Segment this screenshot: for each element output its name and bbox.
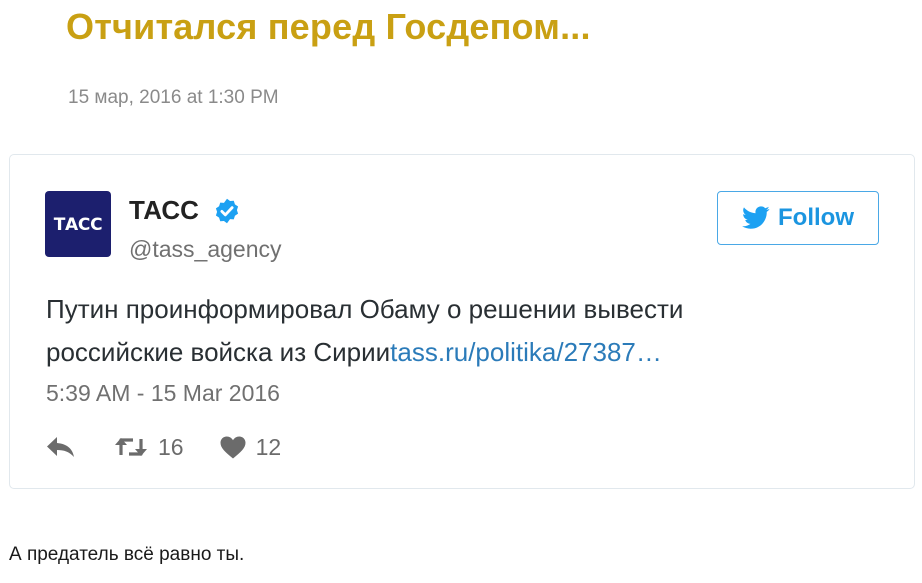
follow-button[interactable]: Follow — [717, 191, 879, 245]
follow-label: Follow — [778, 204, 854, 231]
reply-button[interactable] — [46, 436, 76, 458]
avatar-logo-text: ТАСС — [53, 215, 103, 235]
account-name[interactable]: ТАСС — [129, 195, 199, 226]
post-date: 15 мар, 2016 at 1:30 PM — [68, 87, 279, 108]
retweet-button[interactable]: 16 — [114, 434, 184, 461]
tweet-link[interactable]: tass.ru/politika/27387… — [390, 337, 662, 367]
heart-icon — [220, 436, 246, 458]
embedded-tweet-card: ТАСС ТАСС @tass_agency Follow Путин прои… — [9, 154, 915, 489]
tweet-text: Путин проинформировал Обаму о решении вы… — [46, 288, 806, 374]
account-handle[interactable]: @tass_agency — [129, 236, 282, 263]
page: Отчитался перед Госдепом... 15 мар, 2016… — [0, 0, 922, 583]
twitter-bird-icon — [742, 206, 770, 229]
post-title: Отчитался перед Госдепом... — [66, 6, 591, 47]
avatar[interactable]: ТАСС — [45, 191, 111, 257]
comment-text: А предатель всё равно ты. — [9, 544, 245, 565]
tweet-actions: 16 12 — [46, 431, 281, 463]
reply-icon — [47, 437, 74, 457]
like-button[interactable]: 12 — [220, 433, 282, 461]
like-count: 12 — [255, 433, 282, 460]
retweet-icon — [115, 438, 147, 456]
verified-badge-icon — [215, 198, 239, 224]
retweet-count: 16 — [158, 433, 184, 460]
tweet-timestamp[interactable]: 5:39 AM - 15 Mar 2016 — [46, 380, 280, 407]
